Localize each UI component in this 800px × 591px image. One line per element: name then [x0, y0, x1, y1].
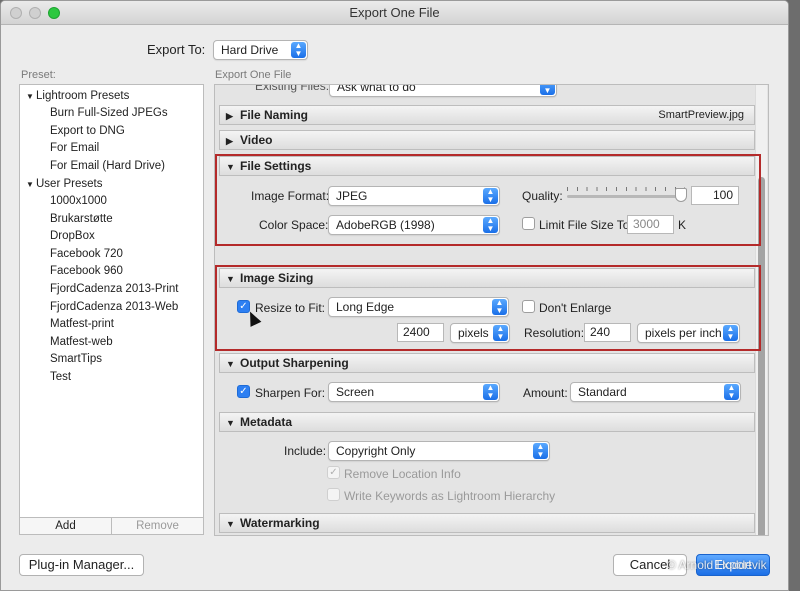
disclosure-open-icon: ▼	[226, 359, 235, 369]
close-window-button[interactable]	[10, 7, 22, 19]
quality-slider-knob[interactable]	[675, 188, 687, 202]
disclosure-open-icon: ▼	[26, 92, 34, 101]
resize-mode-select[interactable]: Long Edge ▲ ▼	[328, 297, 509, 317]
select-arrows-icon: ▲▼	[724, 384, 739, 400]
preset-item[interactable]: Export to DNG	[50, 125, 125, 137]
existing-files-select[interactable]: Ask what to do ▲▼	[329, 85, 557, 97]
dont-enlarge-checkbox[interactable]	[522, 300, 535, 313]
section-watermarking[interactable]: ▼ Watermarking	[219, 513, 755, 533]
amount-select[interactable]: Standard ▲ ▼	[570, 382, 741, 402]
export-dialog: Export One File Export To: Hard Drive ▲ ▼…	[0, 0, 789, 591]
preset-item[interactable]: DropBox	[50, 230, 95, 242]
select-arrows-icon: ▲▼	[492, 299, 507, 315]
quality-label: Quality:	[522, 189, 563, 203]
minimize-window-button[interactable]	[29, 7, 41, 19]
select-arrows-icon: ▲▼	[483, 384, 498, 400]
quality-slider-ticks	[567, 187, 685, 191]
select-arrows-icon: ▲▼	[493, 325, 508, 341]
write-keywords-checkbox[interactable]	[327, 488, 340, 501]
resize-to-fit-label: Resize to Fit:	[255, 301, 326, 315]
preset-item[interactable]: Burn Full-Sized JPEGs	[50, 107, 168, 119]
limit-file-size-field[interactable]: 3000	[627, 215, 674, 234]
preset-item[interactable]: Facebook 960	[50, 265, 123, 277]
select-arrows-icon: ▲▼	[483, 188, 498, 204]
preset-label: Preset:	[21, 69, 56, 81]
preset-actions: Add Remove	[19, 517, 204, 535]
size-value-field[interactable]: 2400	[397, 323, 444, 342]
preset-item[interactable]: Matfest-print	[50, 318, 114, 330]
quality-field[interactable]: 100	[691, 186, 739, 205]
preset-group-user[interactable]: ▼ User Presets	[26, 178, 102, 190]
limit-file-size-checkbox[interactable]	[522, 217, 535, 230]
export-to-value: Hard Drive	[221, 43, 279, 57]
resize-to-fit-checkbox[interactable]: ✓	[237, 300, 250, 313]
section-file-naming[interactable]: ▶ File Naming SmartPreview.jpg	[219, 105, 755, 125]
disclosure-open-icon: ▼	[226, 519, 235, 529]
disclosure-open-icon: ▼	[26, 180, 34, 189]
select-arrows-icon: ▲▼	[483, 217, 498, 233]
remove-preset-button[interactable]: Remove	[111, 518, 203, 534]
sharpen-for-label: Sharpen For:	[255, 386, 326, 400]
sharpen-for-select[interactable]: Screen ▲ ▼	[328, 382, 500, 402]
color-space-label: Color Space:	[259, 218, 329, 232]
preset-item[interactable]: SmartTips	[50, 353, 102, 365]
preset-list: ▼ Lightroom Presets Burn Full-Sized JPEGs…	[19, 84, 204, 519]
quality-slider[interactable]	[567, 195, 685, 198]
preset-item[interactable]: 1000x1000	[50, 195, 107, 207]
disclosure-open-icon: ▼	[226, 274, 235, 284]
section-metadata[interactable]: ▼ Metadata	[219, 412, 755, 432]
color-space-select[interactable]: AdobeRGB (1998) ▲ ▼	[328, 215, 500, 235]
metadata-include-select[interactable]: Copyright Only ▲ ▼	[328, 441, 550, 461]
resolution-field[interactable]: 240	[584, 323, 631, 342]
image-format-select[interactable]: JPEG ▲ ▼	[328, 186, 500, 206]
disclosure-closed-icon: ▶	[226, 111, 233, 121]
select-arrows-icon: ▲▼	[723, 325, 738, 341]
dont-enlarge-label: Don't Enlarge	[539, 301, 612, 315]
preset-item[interactable]: For Email	[50, 142, 99, 154]
include-label: Include:	[284, 444, 327, 458]
preset-item[interactable]: FjordCadenza 2013-Web	[50, 301, 178, 313]
image-format-label: Image Format:	[251, 189, 330, 203]
select-arrows-icon: ▲▼	[533, 443, 548, 459]
limit-file-size-unit: K	[678, 218, 687, 232]
add-preset-button[interactable]: Add	[20, 518, 111, 534]
section-image-sizing[interactable]: ▼ Image Sizing	[219, 268, 755, 288]
disclosure-open-icon: ▼	[226, 418, 235, 428]
amount-label: Amount:	[523, 386, 568, 400]
existing-files-label: Existing Files:	[255, 84, 330, 93]
export-to-select[interactable]: Hard Drive ▲ ▼	[213, 40, 308, 60]
limit-file-size-label: Limit File Size To:	[539, 218, 633, 232]
section-output-sharpening[interactable]: ▼ Output Sharpening	[219, 353, 755, 373]
preset-item[interactable]: Brukarstøtte	[50, 213, 113, 225]
zoom-window-button[interactable]	[48, 7, 60, 19]
settings-panel: Existing Files: Ask what to do ▲▼ ▶File …	[214, 84, 769, 536]
preset-item[interactable]: Matfest-web	[50, 336, 113, 348]
preset-item[interactable]: Facebook 720	[50, 248, 123, 260]
remove-location-label: Remove Location Info	[344, 467, 461, 481]
file-naming-preview: SmartPreview.jpg	[658, 109, 744, 121]
window-title: Export One File	[349, 5, 440, 20]
resolution-label: Resolution:	[524, 326, 585, 340]
section-file-settings[interactable]: ▼ File Settings	[219, 156, 755, 176]
size-unit-select[interactable]: pixels ▲ ▼	[450, 323, 510, 343]
disclosure-open-icon: ▼	[226, 162, 235, 172]
preset-item[interactable]: For Email (Hard Drive)	[50, 160, 165, 172]
photo-watermark: © Arnold Hoddevik	[667, 558, 767, 572]
title-bar: Export One File	[1, 1, 788, 25]
preset-group-lightroom[interactable]: ▼ Lightroom Presets	[26, 90, 129, 102]
section-video[interactable]: ▶ Video	[219, 130, 755, 150]
select-arrows-icon: ▲▼	[540, 85, 555, 95]
plugin-manager-button[interactable]: Plug-in Manager...	[19, 554, 144, 576]
sharpen-for-checkbox[interactable]: ✓	[237, 385, 250, 398]
resolution-unit-select[interactable]: pixels per inch ▲ ▼	[637, 323, 740, 343]
write-keywords-label: Write Keywords as Lightroom Hierarchy	[344, 489, 556, 503]
preset-item[interactable]: FjordCadenza 2013-Print	[50, 283, 179, 295]
scrollbar-thumb[interactable]	[758, 177, 765, 535]
preset-item[interactable]: Test	[50, 371, 71, 383]
main-panel-label: Export One File	[215, 69, 292, 81]
remove-location-checkbox[interactable]: ✓	[327, 466, 340, 479]
disclosure-closed-icon: ▶	[226, 136, 233, 146]
select-arrows-icon: ▲▼	[291, 42, 306, 58]
export-to-label: Export To:	[147, 42, 206, 57]
